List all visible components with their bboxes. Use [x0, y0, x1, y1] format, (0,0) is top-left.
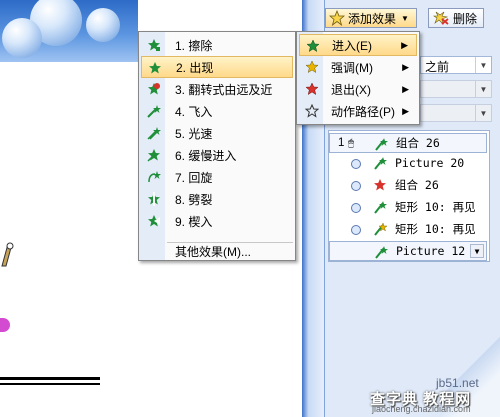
- green-star-effect-icon: [148, 192, 160, 206]
- start-value: 之前: [425, 60, 450, 74]
- menu-item-wedge[interactable]: 9. 楔入: [141, 210, 293, 232]
- menu-item-flip-zoom[interactable]: 3. 翻转式由远及近: [141, 78, 293, 100]
- speed-dropdown[interactable]: ▼: [420, 104, 492, 122]
- chevron-down-icon: ▼: [475, 105, 491, 121]
- menu-item-label: 9. 楔入: [175, 214, 213, 229]
- chevron-down-icon: ▼: [401, 13, 409, 23]
- property-dropdown[interactable]: ▼: [420, 80, 492, 98]
- menu-item-label: 4. 飞入: [175, 104, 213, 119]
- submenu-item-label: 进入(E): [332, 38, 372, 53]
- menu-item-light-speed[interactable]: 5. 光速: [141, 122, 293, 144]
- green-star-effect-icon: [148, 171, 161, 183]
- start-dropdown[interactable]: 之前 ▼: [420, 56, 492, 74]
- green-star-effect-icon: [148, 39, 160, 51]
- sequence-row[interactable]: Picture 12 ▼: [329, 241, 487, 261]
- chevron-right-icon: ▶: [402, 105, 409, 116]
- green-star-icon: [306, 39, 320, 53]
- green-star-effect-icon: [149, 62, 161, 74]
- sequence-label: 组合 26: [396, 136, 440, 150]
- delete-label: 删除: [453, 11, 478, 26]
- green-star-icon: [374, 201, 387, 214]
- menu-item-label: 8. 劈裂: [175, 192, 213, 207]
- yellow-star-icon: [305, 60, 319, 74]
- bubble-decoration: [2, 18, 42, 58]
- green-star-effect-icon: [147, 127, 161, 140]
- chevron-down-icon: ▼: [475, 57, 491, 73]
- outline-star-icon: [305, 104, 319, 118]
- clipart-shape[interactable]: [0, 318, 10, 332]
- menu-item-wipe[interactable]: 1. 擦除: [141, 34, 293, 56]
- green-star-effect-icon: [147, 149, 160, 162]
- red-star-effect-icon: [148, 83, 160, 95]
- bubble-decoration: [86, 8, 120, 42]
- green-star-icon: [374, 157, 387, 170]
- red-star-icon: [305, 82, 319, 96]
- sequence-row[interactable]: 矩形 10: 再见: [329, 197, 487, 217]
- green-star-effect-icon: [148, 215, 160, 227]
- sequence-row[interactable]: 1 🖱 组合 26: [329, 133, 487, 153]
- submenu-item-entrance[interactable]: 进入(E) ▶: [299, 34, 417, 56]
- submenu-item-label: 退出(X): [331, 82, 371, 97]
- sequence-row[interactable]: 组合 26: [329, 175, 487, 195]
- sequence-number: 1: [338, 137, 345, 149]
- clock-icon: [351, 181, 361, 191]
- delete-button[interactable]: 删除: [428, 8, 484, 28]
- submenu-item-label: 强调(M): [331, 60, 373, 75]
- slide-line: [0, 377, 100, 380]
- chevron-right-icon: ▶: [402, 83, 409, 94]
- menu-item-fly-in[interactable]: 4. 飞入: [141, 100, 293, 122]
- chevron-down-icon: ▼: [475, 81, 491, 97]
- menu-item-label: 其他效果(M)...: [175, 244, 251, 259]
- menu-item-label: 5. 光速: [175, 126, 213, 141]
- menu-item-label: 7. 回旋: [175, 170, 213, 185]
- menu-item-spin[interactable]: 7. 回旋: [141, 166, 293, 188]
- menu-item-label: 6. 缓慢进入: [175, 148, 237, 163]
- clock-icon: [351, 159, 361, 169]
- chevron-down-icon[interactable]: ▼: [470, 244, 484, 258]
- clipart-figure[interactable]: [0, 238, 22, 268]
- slide-header-image: [0, 0, 138, 62]
- mouse-click-icon: 🖱: [348, 137, 354, 149]
- green-star-icon: [375, 246, 388, 259]
- add-effect-icon: [329, 10, 345, 26]
- sequence-label: Picture 12: [396, 244, 466, 258]
- chevron-right-icon: ▶: [401, 39, 408, 50]
- submenu-item-motion-path[interactable]: 动作路径(P) ▶: [299, 100, 417, 122]
- submenu-item-emphasis[interactable]: 强调(M) ▶: [299, 56, 417, 78]
- add-effect-submenu: 进入(E) ▶ 强调(M) ▶ 退出(X) ▶ 动作路径(P) ▶: [296, 31, 420, 125]
- delete-effect-icon: [433, 11, 449, 25]
- green-star-icon: [375, 138, 388, 151]
- menu-item-split[interactable]: 8. 劈裂: [141, 188, 293, 210]
- watermark-url: jiaocheng.chazidian.com: [372, 404, 471, 414]
- sequence-row[interactable]: 矩形 10: 再见: [329, 219, 487, 239]
- sequence-label: 矩形 10: 再见: [395, 200, 476, 214]
- menu-item-label: 1. 擦除: [175, 38, 213, 53]
- entrance-effects-menu: 1. 擦除 2. 出现 3. 翻转式由远及近 4. 飞入 5. 光速 6. 缓慢…: [138, 31, 296, 261]
- menu-item-appear[interactable]: 2. 出现: [141, 56, 293, 78]
- add-effect-label: 添加效果: [348, 11, 397, 26]
- add-effect-button[interactable]: 添加效果 ▼: [325, 8, 417, 28]
- menu-item-ease-in[interactable]: 6. 缓慢进入: [141, 144, 293, 166]
- menu-item-more-effects[interactable]: 其他效果(M)...: [141, 240, 293, 262]
- chevron-right-icon: ▶: [402, 61, 409, 72]
- menu-item-label: 3. 翻转式由远及近: [175, 82, 273, 97]
- clock-icon: [351, 225, 361, 235]
- slide-line: [0, 383, 100, 385]
- sequence-label: Picture 20: [395, 156, 465, 170]
- sequence-label: 组合 26: [395, 178, 439, 192]
- sequence-label: 矩形 10: 再见: [395, 222, 476, 236]
- yellow-star-icon: [374, 222, 387, 236]
- submenu-item-label: 动作路径(P): [331, 104, 395, 119]
- green-star-effect-icon: [147, 105, 161, 118]
- red-star-icon: [374, 179, 386, 191]
- submenu-item-exit[interactable]: 退出(X) ▶: [299, 78, 417, 100]
- menu-item-label: 2. 出现: [176, 60, 214, 75]
- clock-icon: [351, 203, 361, 213]
- animation-sequence-list[interactable]: 1 🖱 组合 26 Picture 20 组合 26 矩形 10: 再见 矩形 …: [328, 130, 490, 262]
- sequence-row[interactable]: Picture 20: [329, 153, 487, 173]
